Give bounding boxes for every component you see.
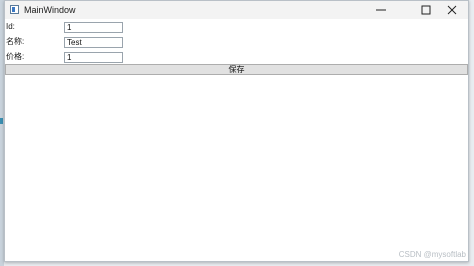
watermark-text: CSDN @mysoftlab (398, 250, 466, 259)
name-input[interactable]: Test (64, 37, 123, 48)
save-button[interactable]: 保存 (5, 64, 468, 75)
title-bar[interactable]: MainWindow (5, 1, 468, 19)
window-title: MainWindow (24, 5, 76, 15)
price-label: 价格: (6, 52, 25, 61)
minimize-icon (376, 9, 386, 11)
id-input[interactable]: 1 (64, 22, 123, 33)
close-button[interactable] (437, 1, 470, 19)
name-label: 名称: (6, 37, 25, 46)
minimize-button[interactable] (364, 1, 398, 19)
app-window-icon (10, 5, 19, 14)
content-area (5, 75, 468, 261)
id-label: Id: (6, 22, 15, 31)
close-icon (447, 5, 457, 15)
maximize-icon (421, 5, 431, 15)
price-input[interactable]: 1 (64, 52, 123, 63)
main-window: MainWindow Id: 1 名称: Test 价格: 1 保存 (4, 0, 469, 262)
desktop-edge-mark (0, 118, 3, 124)
